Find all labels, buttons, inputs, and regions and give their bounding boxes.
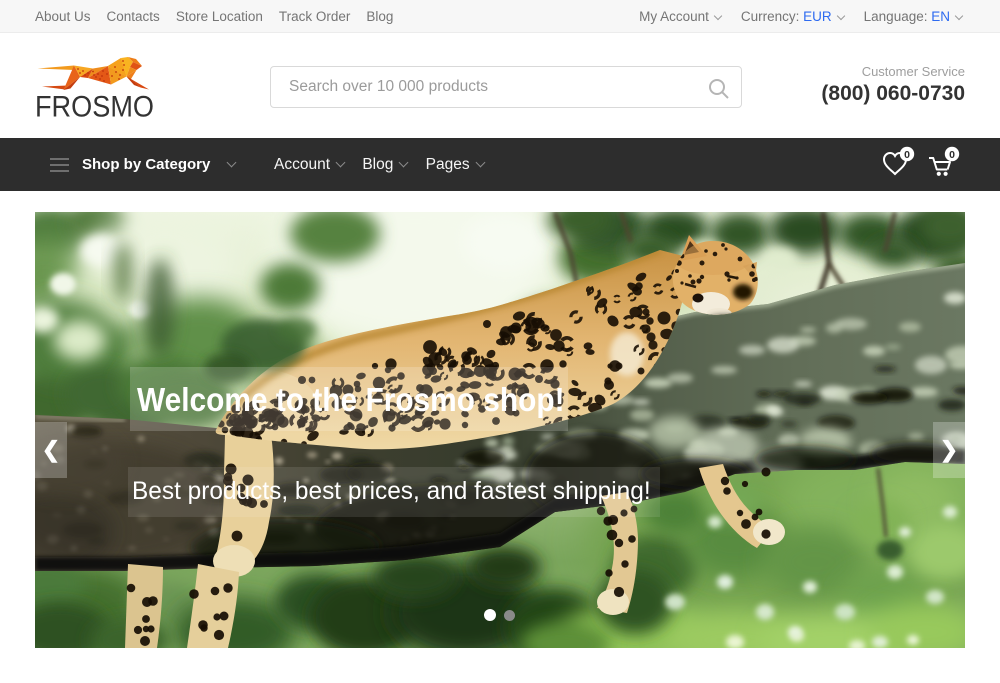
svg-text:0: 0: [949, 149, 955, 161]
svg-text:0: 0: [904, 149, 910, 161]
svg-text:FROSMO: FROSMO: [36, 91, 154, 119]
